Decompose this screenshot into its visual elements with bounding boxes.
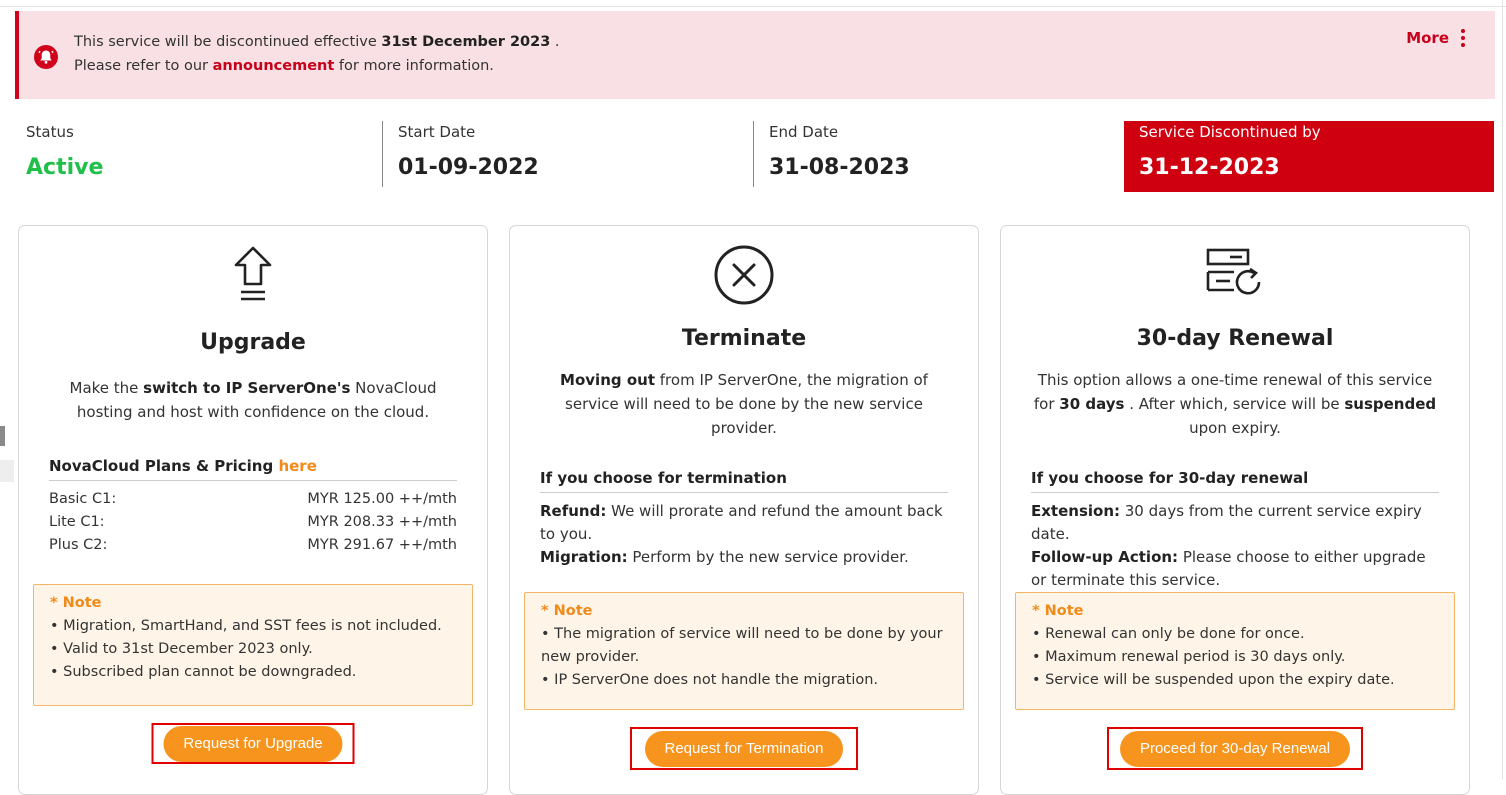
migration-info: Migration: Perform by the new service pr… xyxy=(540,546,948,569)
alert-text: This service will be discontinued effect… xyxy=(74,34,382,50)
close-circle-icon xyxy=(714,245,774,305)
alert-line-2: Please refer to our announcement for mor… xyxy=(74,54,560,78)
note-item: • The migration of service will need to … xyxy=(541,626,943,665)
card-title: Upgrade xyxy=(200,330,306,355)
alert-line-1: This service will be discontinued effect… xyxy=(74,30,560,54)
plan-name: Plus C2: xyxy=(49,537,108,553)
plan-price: MYR 291.67 ++/mth xyxy=(307,537,457,553)
side-tab-collapsed[interactable] xyxy=(0,460,14,482)
note-item: • Maximum renewal period is 30 days only… xyxy=(1032,649,1346,665)
termination-heading: If you choose for termination xyxy=(540,469,948,493)
end-date-value: 31-08-2023 xyxy=(769,155,910,180)
window-top-edge xyxy=(0,0,1506,7)
plan-name: Basic C1: xyxy=(49,491,117,507)
bell-icon xyxy=(34,45,58,69)
desc-text: . After which, service will be xyxy=(1124,395,1345,413)
pricing-list: Basic C1: MYR 125.00 ++/mth Lite C1: MYR 2… xyxy=(49,488,457,557)
note-item: • Service will be suspended upon the exp… xyxy=(1032,672,1395,688)
terminate-card: Terminate Moving out from IP ServerOne, … xyxy=(509,225,979,795)
refund-label: Refund: xyxy=(540,502,607,520)
start-date-value: 01-09-2022 xyxy=(398,155,539,180)
status-value: Active xyxy=(26,155,104,180)
extension-info: Extension: 30 days from the current serv… xyxy=(1031,500,1439,546)
note-item: • Renewal can only be done for once. xyxy=(1032,626,1305,642)
card-description: Make the switch to IP ServerOne's NovaCl… xyxy=(49,376,457,424)
note-item: • IP ServerOne does not handle the migra… xyxy=(541,672,879,688)
followup-info: Follow-up Action: Please choose to eithe… xyxy=(1031,546,1439,592)
start-date-block: Start Date 01-09-2022 xyxy=(382,121,738,187)
plans-heading-text: NovaCloud Plans & Pricing xyxy=(49,457,279,475)
more-menu-button[interactable]: More xyxy=(1406,29,1465,47)
desc-text: Make the xyxy=(69,379,144,397)
desc-text: upon expiry. xyxy=(1189,419,1281,437)
status-block: Status Active xyxy=(26,121,366,189)
renewal-button-highlight: Proceed for 30-day Renewal xyxy=(1107,727,1363,770)
alert-text: for more information. xyxy=(334,58,494,74)
desc-bold: Moving out xyxy=(560,371,655,389)
card-title: 30-day Renewal xyxy=(1136,326,1334,351)
note-title: * Note xyxy=(50,595,102,611)
alert-message: This service will be discontinued effect… xyxy=(74,30,560,78)
note-box: * Note • Migration, SmartHand, and SST f… xyxy=(33,584,473,706)
alert-text: . xyxy=(550,34,560,50)
followup-label: Follow-up Action: xyxy=(1031,548,1179,566)
card-title: Terminate xyxy=(681,326,807,351)
pricing-row: Basic C1: MYR 125.00 ++/mth xyxy=(49,488,457,511)
upgrade-button-highlight: Request for Upgrade xyxy=(151,723,355,764)
pricing-row: Lite C1: MYR 208.33 ++/mth xyxy=(49,511,457,534)
end-date-block: End Date 31-08-2023 xyxy=(753,121,1109,187)
plan-price: MYR 125.00 ++/mth xyxy=(307,491,457,507)
migration-label: Migration: xyxy=(540,548,628,566)
desc-bold: 30 days xyxy=(1059,395,1125,413)
request-upgrade-button[interactable]: Request for Upgrade xyxy=(163,725,343,762)
status-label: Status xyxy=(26,123,74,141)
announcement-link[interactable]: announcement xyxy=(213,58,335,74)
start-date-label: Start Date xyxy=(398,123,476,141)
plans-heading: NovaCloud Plans & Pricing here xyxy=(49,457,457,481)
note-title: * Note xyxy=(541,603,593,619)
renewal-heading: If you choose for 30-day renewal xyxy=(1031,469,1439,493)
note-item: • Subscribed plan cannot be downgraded. xyxy=(50,664,357,680)
note-item: • Migration, SmartHand, and SST fees is … xyxy=(50,618,442,634)
proceed-renewal-button[interactable]: Proceed for 30-day Renewal xyxy=(1119,730,1351,767)
discontinued-block: Service Discontinued by 31-12-2023 xyxy=(1124,121,1494,192)
desc-bold: switch to IP ServerOne's xyxy=(143,379,351,397)
termination-info: Refund: We will prorate and refund the a… xyxy=(540,500,948,569)
discontinue-alert-banner: This service will be discontinued effect… xyxy=(15,11,1495,99)
server-renew-icon xyxy=(1206,248,1261,295)
desc-bold: suspended xyxy=(1344,395,1437,413)
extension-label: Extension: xyxy=(1031,502,1120,520)
migration-text: Perform by the new service provider. xyxy=(627,548,909,566)
window-right-edge xyxy=(1502,0,1503,780)
renewal-card: 30-day Renewal This option allows a one-… xyxy=(1000,225,1470,795)
discontinued-value: 31-12-2023 xyxy=(1139,155,1280,180)
request-termination-button[interactable]: Request for Termination xyxy=(644,730,844,767)
side-tab-handle[interactable] xyxy=(0,426,5,446)
alert-date: 31st December 2023 xyxy=(381,34,551,50)
refund-info: Refund: We will prorate and refund the a… xyxy=(540,500,948,546)
upload-arrow-icon xyxy=(234,246,272,301)
note-box: * Note • The migration of service will n… xyxy=(524,592,964,710)
upgrade-card: Upgrade Make the switch to IP ServerOne'… xyxy=(18,225,488,795)
end-date-label: End Date xyxy=(769,123,839,141)
discontinued-label: Service Discontinued by xyxy=(1139,123,1321,141)
alert-text: Please refer to our xyxy=(74,58,213,74)
card-description: This option allows a one-time renewal of… xyxy=(1031,368,1439,440)
note-title: * Note xyxy=(1032,603,1084,619)
note-item: • Valid to 31st December 2023 only. xyxy=(50,641,313,657)
plans-here-link[interactable]: here xyxy=(278,457,316,475)
more-label: More xyxy=(1406,29,1449,47)
card-description: Moving out from IP ServerOne, the migrat… xyxy=(540,368,948,440)
plan-name: Lite C1: xyxy=(49,514,105,530)
note-box: * Note • Renewal can only be done for on… xyxy=(1015,592,1455,710)
plan-price: MYR 208.33 ++/mth xyxy=(307,514,457,530)
pricing-row: Plus C2: MYR 291.67 ++/mth xyxy=(49,534,457,557)
renewal-info: Extension: 30 days from the current serv… xyxy=(1031,500,1439,592)
terminate-button-highlight: Request for Termination xyxy=(630,727,858,770)
vertical-dots-icon xyxy=(1461,29,1465,47)
